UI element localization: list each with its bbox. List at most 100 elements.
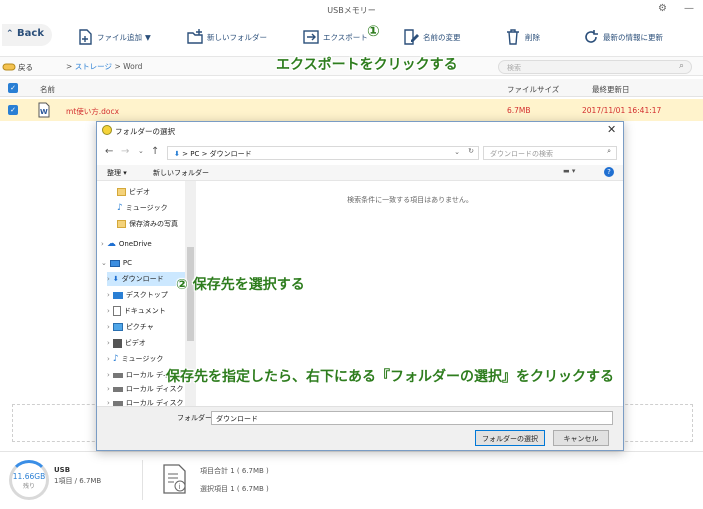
tree-label: ドキュメント bbox=[123, 307, 166, 315]
tree-item-music-quick[interactable]: ♪ ミュージック bbox=[117, 201, 168, 215]
breadcrumb-sep: > bbox=[66, 62, 73, 71]
address-pc[interactable]: PC bbox=[190, 150, 199, 158]
chevron-down-icon[interactable]: ⌄ bbox=[101, 259, 107, 267]
organize-button[interactable]: 整理 ▾ bbox=[107, 168, 127, 178]
svg-text:W: W bbox=[40, 108, 48, 116]
down-arrow-icon: ⬇ bbox=[174, 150, 180, 158]
add-file-icon bbox=[79, 29, 92, 45]
close-icon[interactable]: ✕ bbox=[607, 123, 616, 136]
minimize-icon[interactable]: — bbox=[684, 3, 694, 14]
tree-label: デスクトップ bbox=[125, 291, 168, 299]
tree-label: ビデオ bbox=[124, 339, 146, 347]
breadcrumb: > ストレージ > Word bbox=[66, 61, 142, 72]
tree-label: ダウンロード bbox=[121, 275, 164, 283]
dialog-new-folder-button[interactable]: 新しいフォルダー bbox=[153, 168, 209, 178]
recent-dropdown-icon[interactable]: ⌄ bbox=[138, 147, 144, 155]
picture-icon bbox=[112, 323, 123, 331]
word-document-icon: W bbox=[38, 102, 50, 118]
folder-label: フォルダー: bbox=[177, 414, 215, 422]
help-icon[interactable]: ? bbox=[604, 167, 614, 177]
back-button[interactable]: ⌃ Back bbox=[2, 24, 52, 46]
column-name[interactable]: 名前 bbox=[40, 84, 55, 95]
chevron-right-icon[interactable]: › bbox=[107, 323, 110, 331]
breadcrumb-storage[interactable]: ストレージ bbox=[75, 62, 112, 71]
app-icon bbox=[102, 125, 112, 135]
delete-label: 削除 bbox=[525, 32, 540, 42]
up-arrow-icon[interactable]: ↑ bbox=[151, 146, 159, 157]
delete-button[interactable]: 削除 bbox=[504, 26, 540, 48]
folder-name-input[interactable]: ダウンロード bbox=[211, 411, 613, 425]
new-folder-label: 新しいフォルダー bbox=[207, 32, 267, 42]
info-document-icon: i bbox=[163, 464, 186, 494]
column-modified[interactable]: 最終更新日 bbox=[592, 84, 630, 95]
export-button[interactable]: エクスポート bbox=[302, 26, 368, 48]
settings-icon[interactable]: ⚙ bbox=[658, 3, 667, 14]
rename-button[interactable]: 名前の変更 bbox=[402, 26, 461, 48]
back-label: Back bbox=[17, 28, 44, 39]
refresh-button[interactable]: 最新の情報に更新 bbox=[582, 26, 663, 48]
tree-item-saved-photos[interactable]: 保存済みの写真 bbox=[117, 217, 178, 231]
tree-item-videos[interactable]: › ビデオ bbox=[107, 336, 146, 350]
dialog-search-input[interactable]: ダウンロードの検索 ⌕ bbox=[483, 146, 617, 160]
file-name: mt使い方.docx bbox=[66, 107, 120, 116]
select-all-checkbox[interactable]: ✓ bbox=[8, 83, 18, 93]
address-dropdown-icon[interactable]: ⌄ bbox=[454, 148, 460, 156]
select-folder-button[interactable]: フォルダーの選択 bbox=[475, 430, 545, 446]
table-row[interactable]: ✓ W mt使い方.docx 6.7MB 2017/11/01 16:41:17 bbox=[0, 99, 703, 121]
capacity-value: 11.66GB bbox=[12, 472, 46, 481]
tree-item-videos-quick[interactable]: ビデオ bbox=[117, 185, 150, 199]
cancel-button[interactable]: キャンセル bbox=[553, 430, 609, 446]
chevron-right-icon[interactable]: › bbox=[107, 275, 110, 283]
back-arrow-icon[interactable]: ← bbox=[105, 146, 113, 157]
chevron-right-icon[interactable]: › bbox=[107, 339, 110, 347]
refresh-icon[interactable]: ↻ bbox=[468, 147, 474, 155]
tree-item-pictures[interactable]: › ピクチャ bbox=[107, 320, 154, 334]
column-size[interactable]: ファイルサイズ bbox=[507, 84, 559, 95]
dialog-footer: フォルダー: ダウンロード フォルダーの選択 キャンセル bbox=[97, 406, 623, 450]
app-window: USBメモリー ⚙ — ⌃ Back ファイル追加 ▼ 新しいフォルダー エクス… bbox=[0, 0, 703, 509]
up-label: 戻る bbox=[18, 62, 33, 72]
chevron-right-icon[interactable]: › bbox=[107, 355, 110, 363]
toolbar: ⌃ Back ファイル追加 ▼ 新しいフォルダー エクスポート 名前の変更 削除… bbox=[0, 20, 703, 56]
tree-item-music[interactable]: › ♪ ミュージック bbox=[107, 352, 163, 366]
folder-icon bbox=[117, 188, 126, 196]
chevron-right-icon[interactable]: › bbox=[107, 385, 110, 393]
music-icon: ♪ bbox=[112, 354, 119, 364]
tree-label: ビデオ bbox=[129, 188, 150, 196]
tree-item-onedrive[interactable]: › ☁ OneDrive bbox=[101, 237, 152, 251]
scrollbar-thumb[interactable] bbox=[187, 247, 194, 341]
drive-icon bbox=[2, 63, 16, 71]
add-file-button[interactable]: ファイル追加 ▼ bbox=[76, 26, 151, 48]
chevron-right-icon[interactable]: › bbox=[107, 307, 110, 315]
row-checkbox[interactable]: ✓ bbox=[8, 105, 18, 115]
divider bbox=[142, 460, 143, 500]
status-bar: 11.66GB 残り USB 1項目 / 6.7MB i 項目合計 1 ( 6.… bbox=[0, 451, 703, 509]
tree-item-pc[interactable]: ⌄ PC bbox=[101, 256, 132, 270]
export-icon bbox=[303, 30, 319, 44]
view-options-icon[interactable]: ▬ ▾ bbox=[563, 167, 575, 175]
drive-icon bbox=[112, 386, 123, 392]
address-bar[interactable]: ⬇ > PC > ダウンロード ⌄ ↻ bbox=[167, 146, 479, 160]
chevron-right-icon[interactable]: › bbox=[107, 371, 110, 379]
tree-item-documents[interactable]: › ドキュメント bbox=[107, 304, 166, 318]
dialog-titlebar: フォルダーの選択 ✕ bbox=[97, 122, 623, 140]
tree-item-desktop[interactable]: › デスクトップ bbox=[107, 288, 168, 302]
tree-item-downloads[interactable]: › ⬇ ダウンロード bbox=[107, 272, 185, 286]
export-label: エクスポート bbox=[323, 32, 368, 42]
chevron-right-icon[interactable]: › bbox=[101, 240, 104, 248]
forward-arrow-icon[interactable]: → bbox=[121, 146, 129, 157]
download-icon: ⬇ bbox=[112, 275, 119, 283]
address-current[interactable]: ダウンロード bbox=[210, 150, 252, 158]
music-icon: ♪ bbox=[117, 203, 123, 213]
new-folder-button[interactable]: 新しいフォルダー bbox=[186, 26, 267, 48]
breadcrumb-word: Word bbox=[123, 62, 143, 71]
chevron-right-icon[interactable]: › bbox=[107, 291, 110, 299]
up-button[interactable]: 戻る bbox=[2, 60, 33, 74]
rename-icon bbox=[404, 29, 419, 45]
search-input[interactable]: 検索 ⌕ bbox=[498, 60, 692, 74]
breadcrumb-sep: > bbox=[114, 62, 121, 71]
tree-label: ピクチャ bbox=[125, 323, 154, 331]
tree-label: ミュージック bbox=[125, 204, 168, 212]
list-header: ✓ 名前 ファイルサイズ 最終更新日 bbox=[0, 79, 703, 97]
address-sep: > bbox=[201, 150, 208, 158]
